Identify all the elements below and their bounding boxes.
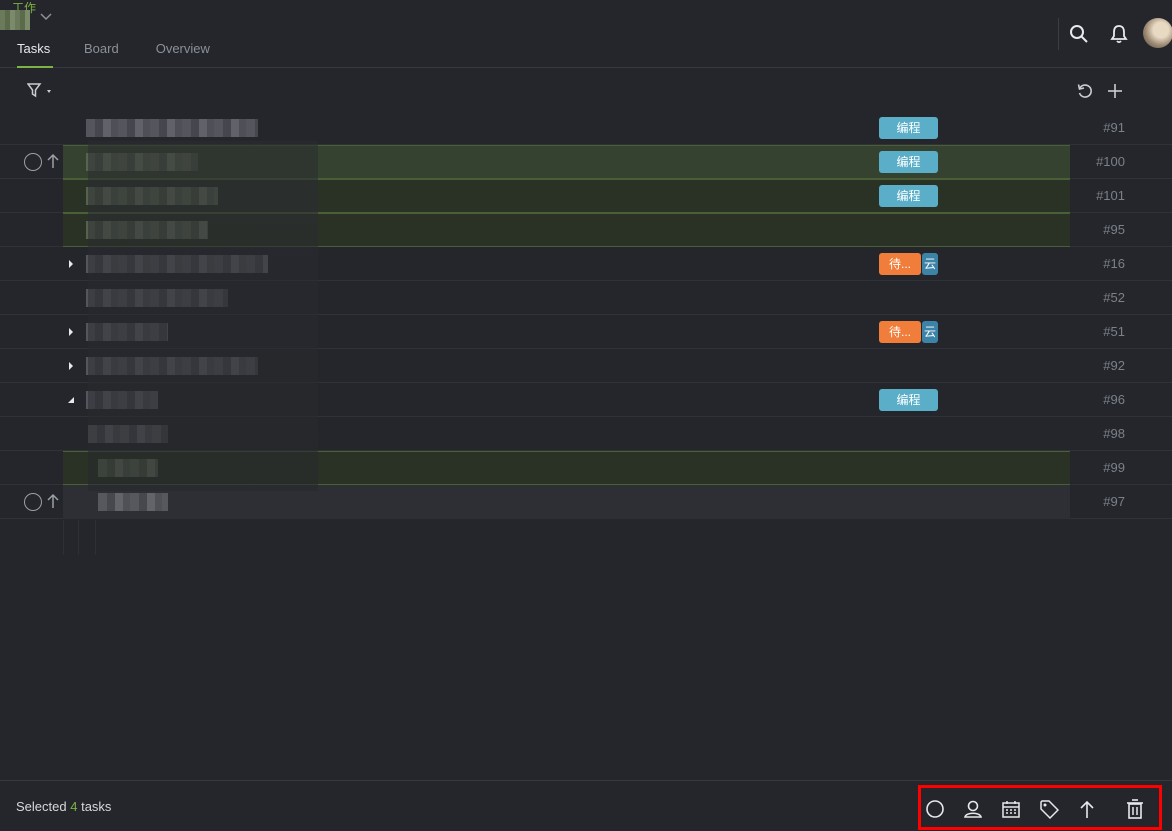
selection-prefix: Selected: [16, 799, 67, 814]
calendar-icon[interactable]: [1000, 798, 1022, 820]
task-number: #52: [1103, 290, 1125, 305]
tag-badge[interactable]: 编程: [879, 389, 938, 411]
tag-badge[interactable]: 编程: [879, 185, 938, 207]
caret-right-icon[interactable]: [66, 259, 76, 269]
selection-count: 4: [70, 799, 78, 814]
task-number: #92: [1103, 358, 1125, 373]
tag-icon[interactable]: [1038, 798, 1060, 820]
caret-down-icon[interactable]: [66, 395, 76, 405]
task-number: #100: [1096, 154, 1125, 169]
indent-guide: [63, 520, 64, 555]
bell-icon[interactable]: [1107, 22, 1131, 46]
selection-summary: Selected 4 tasks: [16, 799, 111, 814]
task-row[interactable]: 编程 #91: [0, 111, 1172, 145]
status-circle-icon[interactable]: [24, 153, 42, 171]
header-divider: [1058, 18, 1059, 50]
arrow-up-icon[interactable]: [46, 153, 60, 169]
header: 工作 Tasks Board Overview: [0, 0, 1172, 68]
selection-bar: Selected 4 tasks: [0, 780, 1172, 831]
arrow-up-icon[interactable]: [46, 493, 60, 509]
bulk-actions: [918, 785, 1162, 830]
app-window: 工作 Tasks Board Overview 编程 #91 编程 #100 编…: [0, 0, 1172, 831]
status-circle-icon[interactable]: [24, 493, 42, 511]
tab-tasks[interactable]: Tasks: [17, 38, 53, 68]
task-number: #16: [1103, 256, 1125, 271]
blurred-panel: [88, 141, 318, 491]
tab-overview[interactable]: Overview: [156, 38, 210, 68]
selection-suffix: tasks: [81, 799, 112, 814]
search-icon[interactable]: [1067, 22, 1091, 46]
status-icon[interactable]: [924, 798, 946, 820]
tag-badge[interactable]: 编程: [879, 151, 938, 173]
trash-icon[interactable]: [1124, 798, 1146, 820]
tag-badge[interactable]: 待...: [879, 253, 921, 275]
plus-icon[interactable]: [1105, 81, 1125, 101]
indent-guide: [95, 520, 96, 555]
filter-icon[interactable]: [27, 82, 57, 100]
project-thumbnail[interactable]: [0, 10, 30, 30]
task-number: #95: [1103, 222, 1125, 237]
tag-badge[interactable]: 待...: [879, 321, 921, 343]
refresh-icon[interactable]: [1075, 81, 1095, 101]
priority-icon[interactable]: [1076, 798, 1098, 820]
assignee-icon[interactable]: [962, 798, 984, 820]
tag-badge[interactable]: 编程: [879, 117, 938, 139]
task-number: #99: [1103, 460, 1125, 475]
indent-guide: [78, 520, 79, 555]
tab-bar: Tasks Board Overview: [0, 38, 210, 68]
avatar[interactable]: [1143, 18, 1172, 48]
task-number: #51: [1103, 324, 1125, 339]
task-number: #97: [1103, 494, 1125, 509]
tag-badge[interactable]: 云: [922, 253, 938, 275]
task-number: #91: [1103, 120, 1125, 135]
caret-right-icon[interactable]: [66, 361, 76, 371]
caret-right-icon[interactable]: [66, 327, 76, 337]
tag-badge[interactable]: 云: [922, 321, 938, 343]
task-number: #101: [1096, 188, 1125, 203]
task-number: #96: [1103, 392, 1125, 407]
tab-board[interactable]: Board: [84, 38, 119, 68]
task-number: #98: [1103, 426, 1125, 441]
chevron-down-icon[interactable]: [40, 13, 52, 21]
